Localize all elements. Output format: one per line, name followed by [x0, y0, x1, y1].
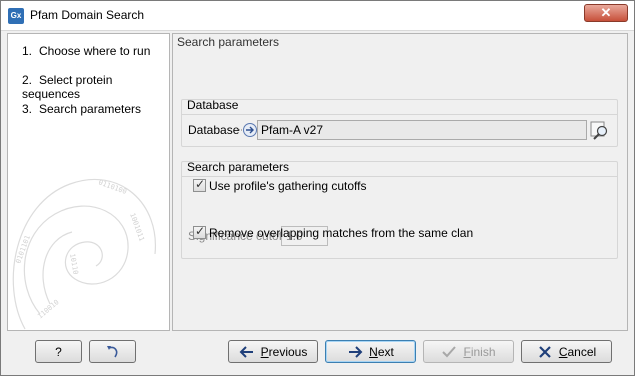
group-divider: [182, 176, 617, 177]
next-button[interactable]: Next: [325, 340, 416, 363]
step-number: 2.: [22, 73, 33, 87]
decorative-binary-swirl: 0110100 1001011 0101101 110010 10110: [12, 178, 156, 330]
step-number: 3.: [22, 102, 33, 116]
database-group-title: Database: [187, 98, 239, 112]
svg-text:0110100: 0110100: [97, 178, 127, 196]
x-icon: [539, 345, 551, 358]
undo-icon: [106, 345, 117, 357]
gathering-cutoffs-checkbox[interactable]: [193, 177, 206, 192]
database-field-label: Database: [188, 123, 240, 137]
check-icon: [442, 345, 457, 357]
dialog-window: Gx Pfam Domain Search ✕ 1. Choose where t…: [0, 0, 635, 376]
step-label: Choose where to run: [39, 44, 151, 58]
group-divider: [182, 114, 617, 115]
close-icon: ✕: [600, 5, 612, 20]
cancel-label: Cancel: [558, 344, 597, 359]
step-choose-where-to-run[interactable]: 1. Choose where to run: [22, 44, 150, 58]
help-button[interactable]: ?: [35, 340, 82, 363]
close-button[interactable]: ✕: [584, 4, 628, 22]
page-title: Search parameters: [177, 35, 280, 49]
step-select-protein-sequences[interactable]: 2. Select protein sequences: [22, 73, 169, 101]
gx-logo-icon: Gx: [8, 8, 24, 24]
svg-text:10110: 10110: [68, 253, 80, 275]
cancel-button[interactable]: Cancel: [521, 340, 612, 363]
next-label: Next: [369, 344, 394, 359]
finish-button[interactable]: Finish: [423, 340, 514, 363]
wizard-steps-panel: 1. Choose where to run 2. Select protein s…: [7, 33, 170, 331]
content-panel: Search parameters Database Database Pfam…: [172, 33, 628, 331]
browse-search-icon[interactable]: [590, 120, 610, 140]
finish-label: Finish: [463, 344, 496, 359]
svg-text:1001011: 1001011: [128, 212, 146, 242]
remove-overlap-label[interactable]: Remove overlapping matches from the same…: [209, 226, 473, 240]
help-label: ?: [55, 344, 62, 359]
gathering-cutoffs-label[interactable]: Use profile's gathering cutoffs: [209, 179, 367, 193]
search-parameters-group: Search parameters Use profile's gatherin…: [181, 160, 618, 259]
step-label: Search parameters: [39, 102, 142, 116]
remove-overlap-checkbox[interactable]: [193, 224, 206, 239]
search-parameters-group-title: Search parameters: [187, 160, 290, 174]
arrow-left-icon: [239, 345, 253, 358]
title-bar: Gx Pfam Domain Search ✕: [1, 1, 634, 31]
window-title: Pfam Domain Search: [30, 8, 145, 22]
previous-button[interactable]: Previous: [228, 340, 318, 363]
arrow-right-icon: [349, 345, 363, 358]
reset-button[interactable]: [89, 340, 136, 363]
step-number: 1.: [22, 44, 33, 58]
previous-label: Previous: [260, 344, 308, 359]
arrow-right-icon: [239, 123, 257, 137]
database-input[interactable]: Pfam-A v27: [257, 120, 587, 140]
step-search-parameters[interactable]: 3. Search parameters: [22, 102, 141, 116]
database-group: Database Database Pfam-A v27: [181, 98, 618, 147]
